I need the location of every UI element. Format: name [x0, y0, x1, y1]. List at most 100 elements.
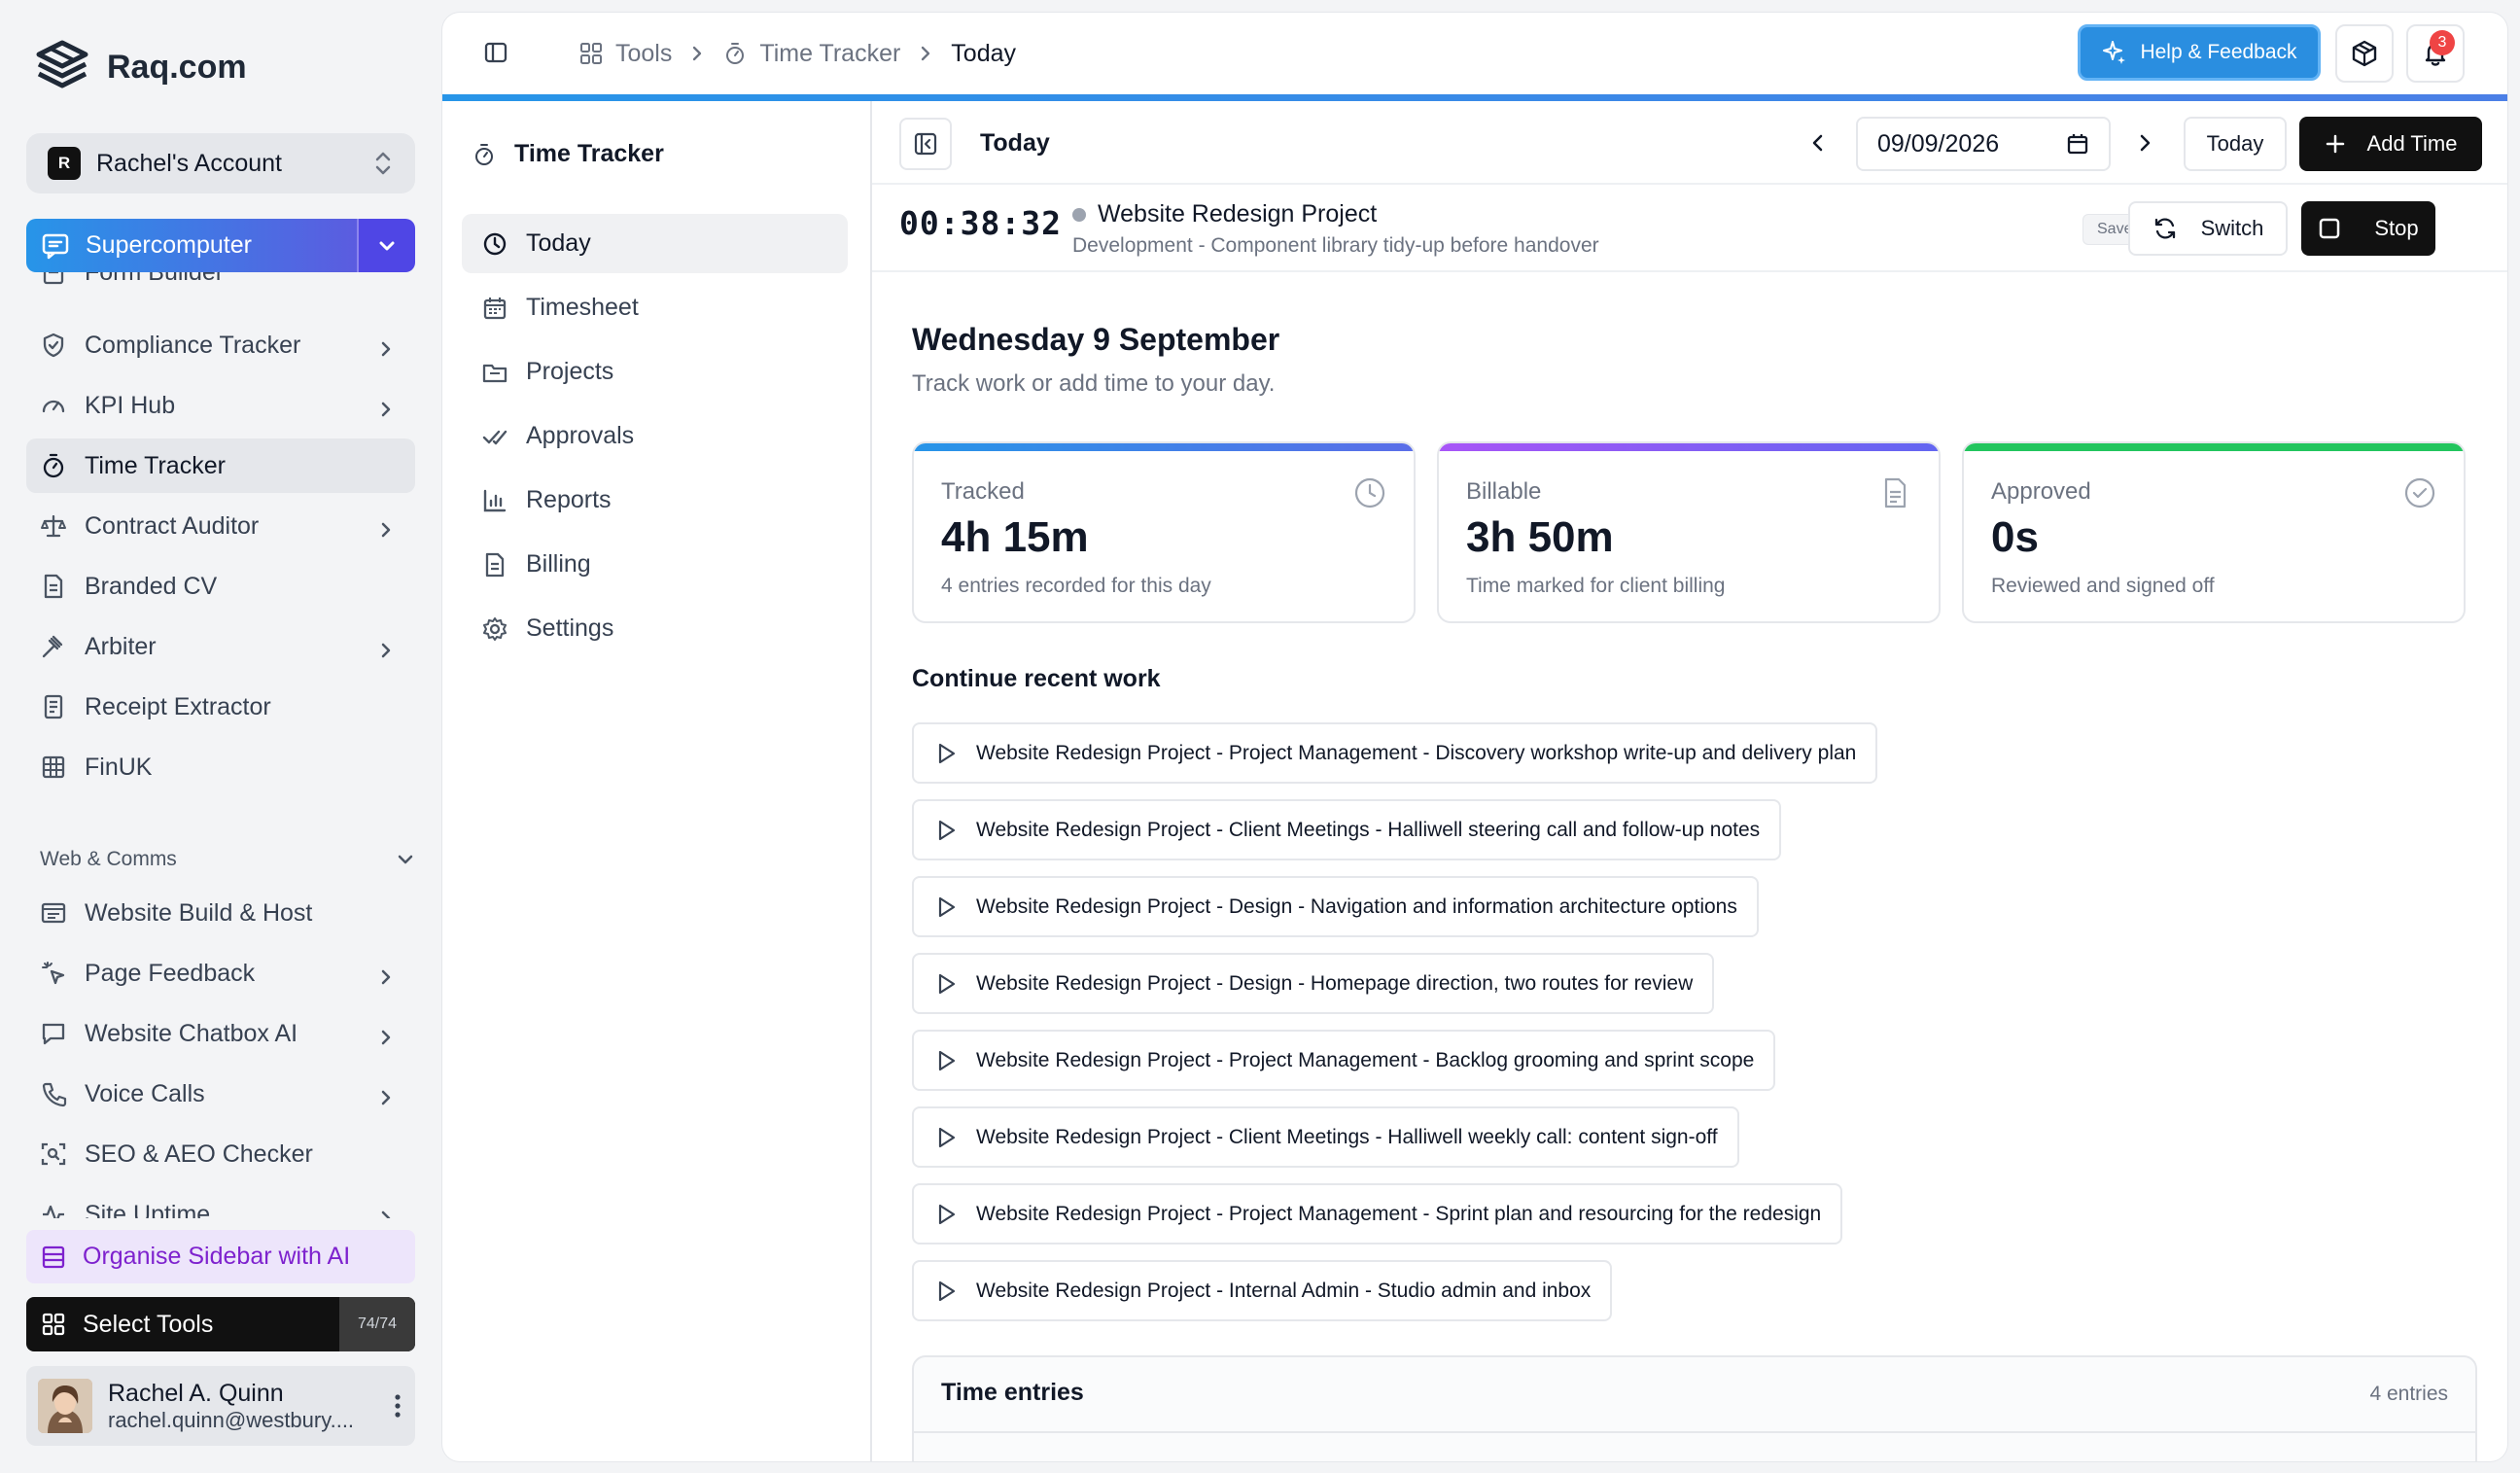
recent-work-item[interactable]: Website Redesign Project - Project Manag…	[912, 1183, 1843, 1245]
recent-work-item[interactable]: Website Redesign Project - Project Manag…	[912, 722, 1878, 784]
sidebar-item-label: Website Build & Host	[85, 898, 313, 927]
top-bar: Tools Time Tracker Today Help & Feedback	[442, 13, 2507, 94]
sidebar-item-arbiter[interactable]: Arbiter	[26, 619, 415, 674]
calendar-icon[interactable]	[2066, 132, 2089, 156]
invoice-icon	[485, 552, 505, 577]
recent-work-label: Website Redesign Project - Project Manag…	[976, 1048, 1755, 1071]
avatar	[38, 1379, 92, 1433]
organise-label: Organise Sidebar with AI	[83, 1243, 351, 1270]
sidebar-nav[interactable]: Form Builder Compliance Tracker KPI Hub …	[26, 272, 415, 1218]
breadcrumb-time-tracker[interactable]: Time Tracker	[722, 40, 900, 68]
recent-work-item[interactable]: Website Redesign Project - Design - Navi…	[912, 876, 1759, 937]
sidebar-item-branded-cv[interactable]: Branded CV	[26, 559, 415, 614]
play-icon	[938, 1127, 956, 1147]
clock-icon	[1354, 477, 1385, 509]
time-entries-count: 4 entries	[2369, 1383, 2448, 1405]
add-time-button[interactable]: Add Time	[2299, 117, 2482, 171]
breadcrumb-tracker-label: Time Tracker	[759, 39, 901, 67]
tracker-nav-reports[interactable]: Reports	[462, 471, 848, 530]
tracker-nav-label: Reports	[526, 486, 612, 513]
stat-label: Approved	[1991, 478, 2091, 505]
calendar-icon	[483, 297, 507, 319]
more-vertical-icon[interactable]	[392, 1391, 403, 1420]
tracker-nav-approvals[interactable]: Approvals	[462, 406, 848, 466]
stat-card-billable: Billable 3h 50m Time marked for client b…	[1437, 441, 1941, 623]
sidebar-item-page-feedback[interactable]: Page Feedback	[26, 946, 415, 1000]
sidebar-item-site-uptime[interactable]: Site Uptime	[26, 1187, 415, 1218]
sidebar-item-form-builder[interactable]: Form Builder	[26, 272, 415, 299]
grid-icon	[42, 1313, 65, 1336]
stat-card-tracked: Tracked 4h 15m 4 entries recorded for th…	[912, 441, 1416, 623]
supercomputer-dropdown[interactable]	[357, 219, 415, 272]
stat-label: Billable	[1466, 478, 1542, 505]
select-tools-button[interactable]: Select Tools 74/74	[26, 1297, 415, 1351]
sidebar-item-receipt-extractor[interactable]: Receipt Extractor	[26, 680, 415, 734]
chevron-right-icon	[922, 46, 930, 61]
stopwatch-icon	[43, 453, 64, 478]
sidebar-item-website-chatbox[interactable]: Website Chatbox AI	[26, 1006, 415, 1061]
collapse-nav-button[interactable]	[899, 118, 952, 170]
recent-work-item[interactable]: Website Redesign Project - Internal Admi…	[912, 1260, 1613, 1321]
time-tracker-nav: Time Tracker Today Timesheet Projects Ap…	[442, 101, 872, 1461]
user-profile[interactable]: Rachel A. Quinn rachel.quinn@westbury...…	[26, 1366, 415, 1446]
help-feedback-button[interactable]: Help & Feedback	[2078, 24, 2321, 81]
recent-work-label: Website Redesign Project - Design - Home…	[976, 971, 1694, 995]
prev-day-icon[interactable]	[1806, 131, 1830, 155]
section-web-comms[interactable]: Web & Comms	[40, 848, 415, 871]
cube-button[interactable]	[2335, 24, 2394, 83]
tracker-nav-settings[interactable]: Settings	[462, 599, 848, 658]
active-project: Website Redesign Project	[1072, 200, 1377, 228]
cursor-click-icon	[42, 962, 65, 985]
tracker-nav-today[interactable]: Today	[462, 214, 848, 273]
notification-badge: 3	[2430, 30, 2455, 55]
stop-button[interactable]: Stop	[2301, 201, 2435, 256]
sidebar-item-kpi-hub[interactable]: KPI Hub	[26, 378, 415, 433]
switch-label: Switch	[2200, 216, 2264, 240]
tracker-nav-header: Time Tracker	[472, 140, 664, 168]
breadcrumb-tools[interactable]: Tools	[578, 40, 672, 68]
sidebar-item-voice-calls[interactable]: Voice Calls	[26, 1067, 415, 1121]
play-icon	[938, 743, 956, 763]
sidebar-toggle-icon[interactable]	[483, 40, 508, 65]
recent-work-heading: Continue recent work	[912, 665, 1161, 692]
section-label: Web & Comms	[40, 848, 177, 870]
sidebar-item-website-build[interactable]: Website Build & Host	[26, 886, 415, 940]
refresh-icon	[2154, 218, 2175, 239]
sidebar: Raq.com R Rachel's Account Supercomputer…	[0, 0, 442, 1473]
supercomputer-main[interactable]: Supercomputer	[26, 219, 357, 272]
sidebar-item-time-tracker[interactable]: Time Tracker	[26, 438, 415, 493]
receipt-icon	[44, 694, 63, 719]
card-accent-strip	[1439, 443, 1939, 451]
tracker-nav-timesheet[interactable]: Timesheet	[462, 278, 848, 337]
sidebar-item-finuk[interactable]: FinUK	[26, 740, 415, 794]
accent-bar	[442, 94, 2507, 101]
recent-work-item[interactable]: Website Redesign Project - Client Meetin…	[912, 799, 1782, 860]
supercomputer-button[interactable]: Supercomputer	[26, 219, 415, 272]
list-sparkle-icon	[42, 1245, 65, 1268]
date-input[interactable]: 09/09/2026	[1856, 117, 2111, 171]
notifications-button[interactable]: 3	[2406, 24, 2465, 83]
next-day-icon[interactable]	[2133, 131, 2156, 155]
stat-value: 0s	[1991, 513, 2039, 561]
account-switcher[interactable]: R Rachel's Account	[26, 133, 415, 193]
brand[interactable]: Raq.com	[35, 39, 247, 95]
tracker-nav-billing[interactable]: Billing	[462, 535, 848, 594]
today-button[interactable]: Today	[2184, 117, 2287, 171]
day-subtitle: Track work or add time to your day.	[912, 370, 1276, 397]
sidebar-item-seo-checker[interactable]: SEO & AEO Checker	[26, 1127, 415, 1181]
check-circle-icon	[2404, 477, 2435, 509]
activity-icon	[43, 1205, 64, 1218]
sidebar-item-compliance-tracker[interactable]: Compliance Tracker	[26, 318, 415, 372]
tracker-nav-projects[interactable]: Projects	[462, 342, 848, 402]
form-icon	[43, 272, 64, 285]
recent-work-item[interactable]: Website Redesign Project - Client Meetin…	[912, 1106, 1739, 1168]
card-accent-strip	[914, 443, 1414, 451]
time-entries-heading: Time entries	[941, 1379, 1084, 1406]
sidebar-item-contract-auditor[interactable]: Contract Auditor	[26, 499, 415, 553]
organise-sidebar-button[interactable]: Organise Sidebar with AI	[26, 1230, 415, 1283]
play-icon	[938, 1050, 956, 1070]
stopwatch-icon	[726, 43, 745, 64]
recent-work-item[interactable]: Website Redesign Project - Design - Home…	[912, 953, 1715, 1014]
switch-button[interactable]: Switch	[2128, 201, 2288, 256]
recent-work-item[interactable]: Website Redesign Project - Project Manag…	[912, 1030, 1776, 1091]
